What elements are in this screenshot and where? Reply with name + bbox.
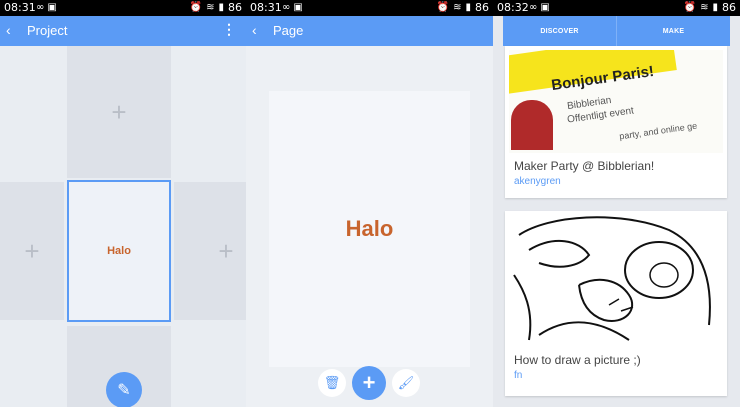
page-canvas[interactable]: Halo xyxy=(269,91,470,367)
infinity-icon: ∞ xyxy=(282,2,291,13)
poster-image: Bonjour Paris! Bibblerian Offentligt eve… xyxy=(509,50,723,153)
alarm-icon: ⏰ xyxy=(436,2,450,13)
project-card[interactable]: Bonjour Paris! Bibblerian Offentligt eve… xyxy=(505,46,727,198)
plus-icon: + xyxy=(362,370,376,395)
delete-button[interactable]: 🗑 xyxy=(318,369,346,397)
card-title: Maker Party @ Bibblerian! xyxy=(514,159,655,173)
page-text-element[interactable]: Halo xyxy=(346,216,394,242)
signal-icon: ▮ xyxy=(465,2,471,13)
image-notification-icon: ▣ xyxy=(540,2,550,13)
add-page-top[interactable]: + xyxy=(67,46,171,178)
app-bar: ‹ Page xyxy=(246,16,493,46)
sketch-drawing xyxy=(513,216,711,341)
alarm-icon: ⏰ xyxy=(683,2,697,13)
overflow-menu-icon[interactable]: ⋮ xyxy=(222,22,236,36)
project-card[interactable]: How to draw a picture ;) fn xyxy=(505,211,727,396)
project-thumbnail xyxy=(509,215,723,347)
project-thumbnail: Bonjour Paris! Bibblerian Offentligt eve… xyxy=(509,50,723,153)
image-notification-icon: ▣ xyxy=(293,2,303,13)
status-bar: 08:31 ∞ ▣ ⏰ ≋ ▮ 86 xyxy=(0,0,246,16)
trash-icon: 🗑 xyxy=(323,375,341,390)
wifi-icon: ≋ xyxy=(700,2,709,13)
card-title: How to draw a picture ;) xyxy=(514,353,641,367)
tile-label: Halo xyxy=(107,245,131,257)
brush-icon: 🖌 xyxy=(397,375,415,390)
edit-button[interactable]: ✎ xyxy=(106,372,142,407)
card-author[interactable]: akenygren xyxy=(505,173,727,187)
add-page-left[interactable]: + xyxy=(0,182,64,320)
add-element-button[interactable]: + xyxy=(352,366,386,400)
image-notification-icon: ▣ xyxy=(47,2,57,13)
sketch-image xyxy=(509,215,723,347)
back-icon[interactable]: ‹ xyxy=(6,22,11,38)
wifi-icon: ≋ xyxy=(206,2,215,13)
tab-make[interactable]: MAKE xyxy=(616,16,730,46)
plus-icon: + xyxy=(218,235,234,266)
style-button[interactable]: 🖌 xyxy=(392,369,420,397)
infinity-icon: ∞ xyxy=(36,2,45,13)
selected-page-tile[interactable]: Halo xyxy=(67,180,171,322)
status-bar: 08:31 ∞ ▣ ⏰ ≋ ▮ 86 xyxy=(246,0,493,16)
battery-level: 86 xyxy=(228,1,242,14)
poster-line: party, and online ge xyxy=(618,120,698,142)
status-time: 08:31 xyxy=(250,1,282,14)
infinity-icon: ∞ xyxy=(529,2,538,13)
signal-icon: ▮ xyxy=(712,2,718,13)
wifi-icon: ≋ xyxy=(453,2,462,13)
alarm-icon: ⏰ xyxy=(189,2,203,13)
status-time: 08:32 xyxy=(497,1,529,14)
status-bar: 08:32 ∞ ▣ ⏰ ≋ ▮ 86 xyxy=(493,0,740,16)
app-bar: ‹ Project ⋮ xyxy=(0,16,246,46)
signal-icon: ▮ xyxy=(218,2,224,13)
page-title: Project xyxy=(27,23,68,38)
status-time: 08:31 xyxy=(4,1,36,14)
pencil-icon: ✎ xyxy=(117,382,131,399)
discover-screen: 08:32 ∞ ▣ ⏰ ≋ ▮ 86 DISCOVER MAKE Bonjour… xyxy=(493,0,740,407)
add-page-right[interactable]: + xyxy=(174,182,246,320)
tab-discover[interactable]: DISCOVER xyxy=(503,16,616,46)
project-screen: 08:31 ∞ ▣ ⏰ ≋ ▮ 86 ‹ Project ⋮ + + + Hal… xyxy=(0,0,246,407)
plus-icon: + xyxy=(111,96,127,127)
battery-level: 86 xyxy=(475,1,489,14)
page-screen: 08:31 ∞ ▣ ⏰ ≋ ▮ 86 ‹ Page Halo 🗑 + 🖌 xyxy=(246,0,493,407)
page-title: Page xyxy=(273,23,304,38)
card-author[interactable]: fn xyxy=(505,367,727,381)
plus-icon: + xyxy=(24,235,40,266)
back-icon[interactable]: ‹ xyxy=(252,22,257,38)
battery-level: 86 xyxy=(722,1,736,14)
tab-bar: DISCOVER MAKE xyxy=(503,16,730,46)
